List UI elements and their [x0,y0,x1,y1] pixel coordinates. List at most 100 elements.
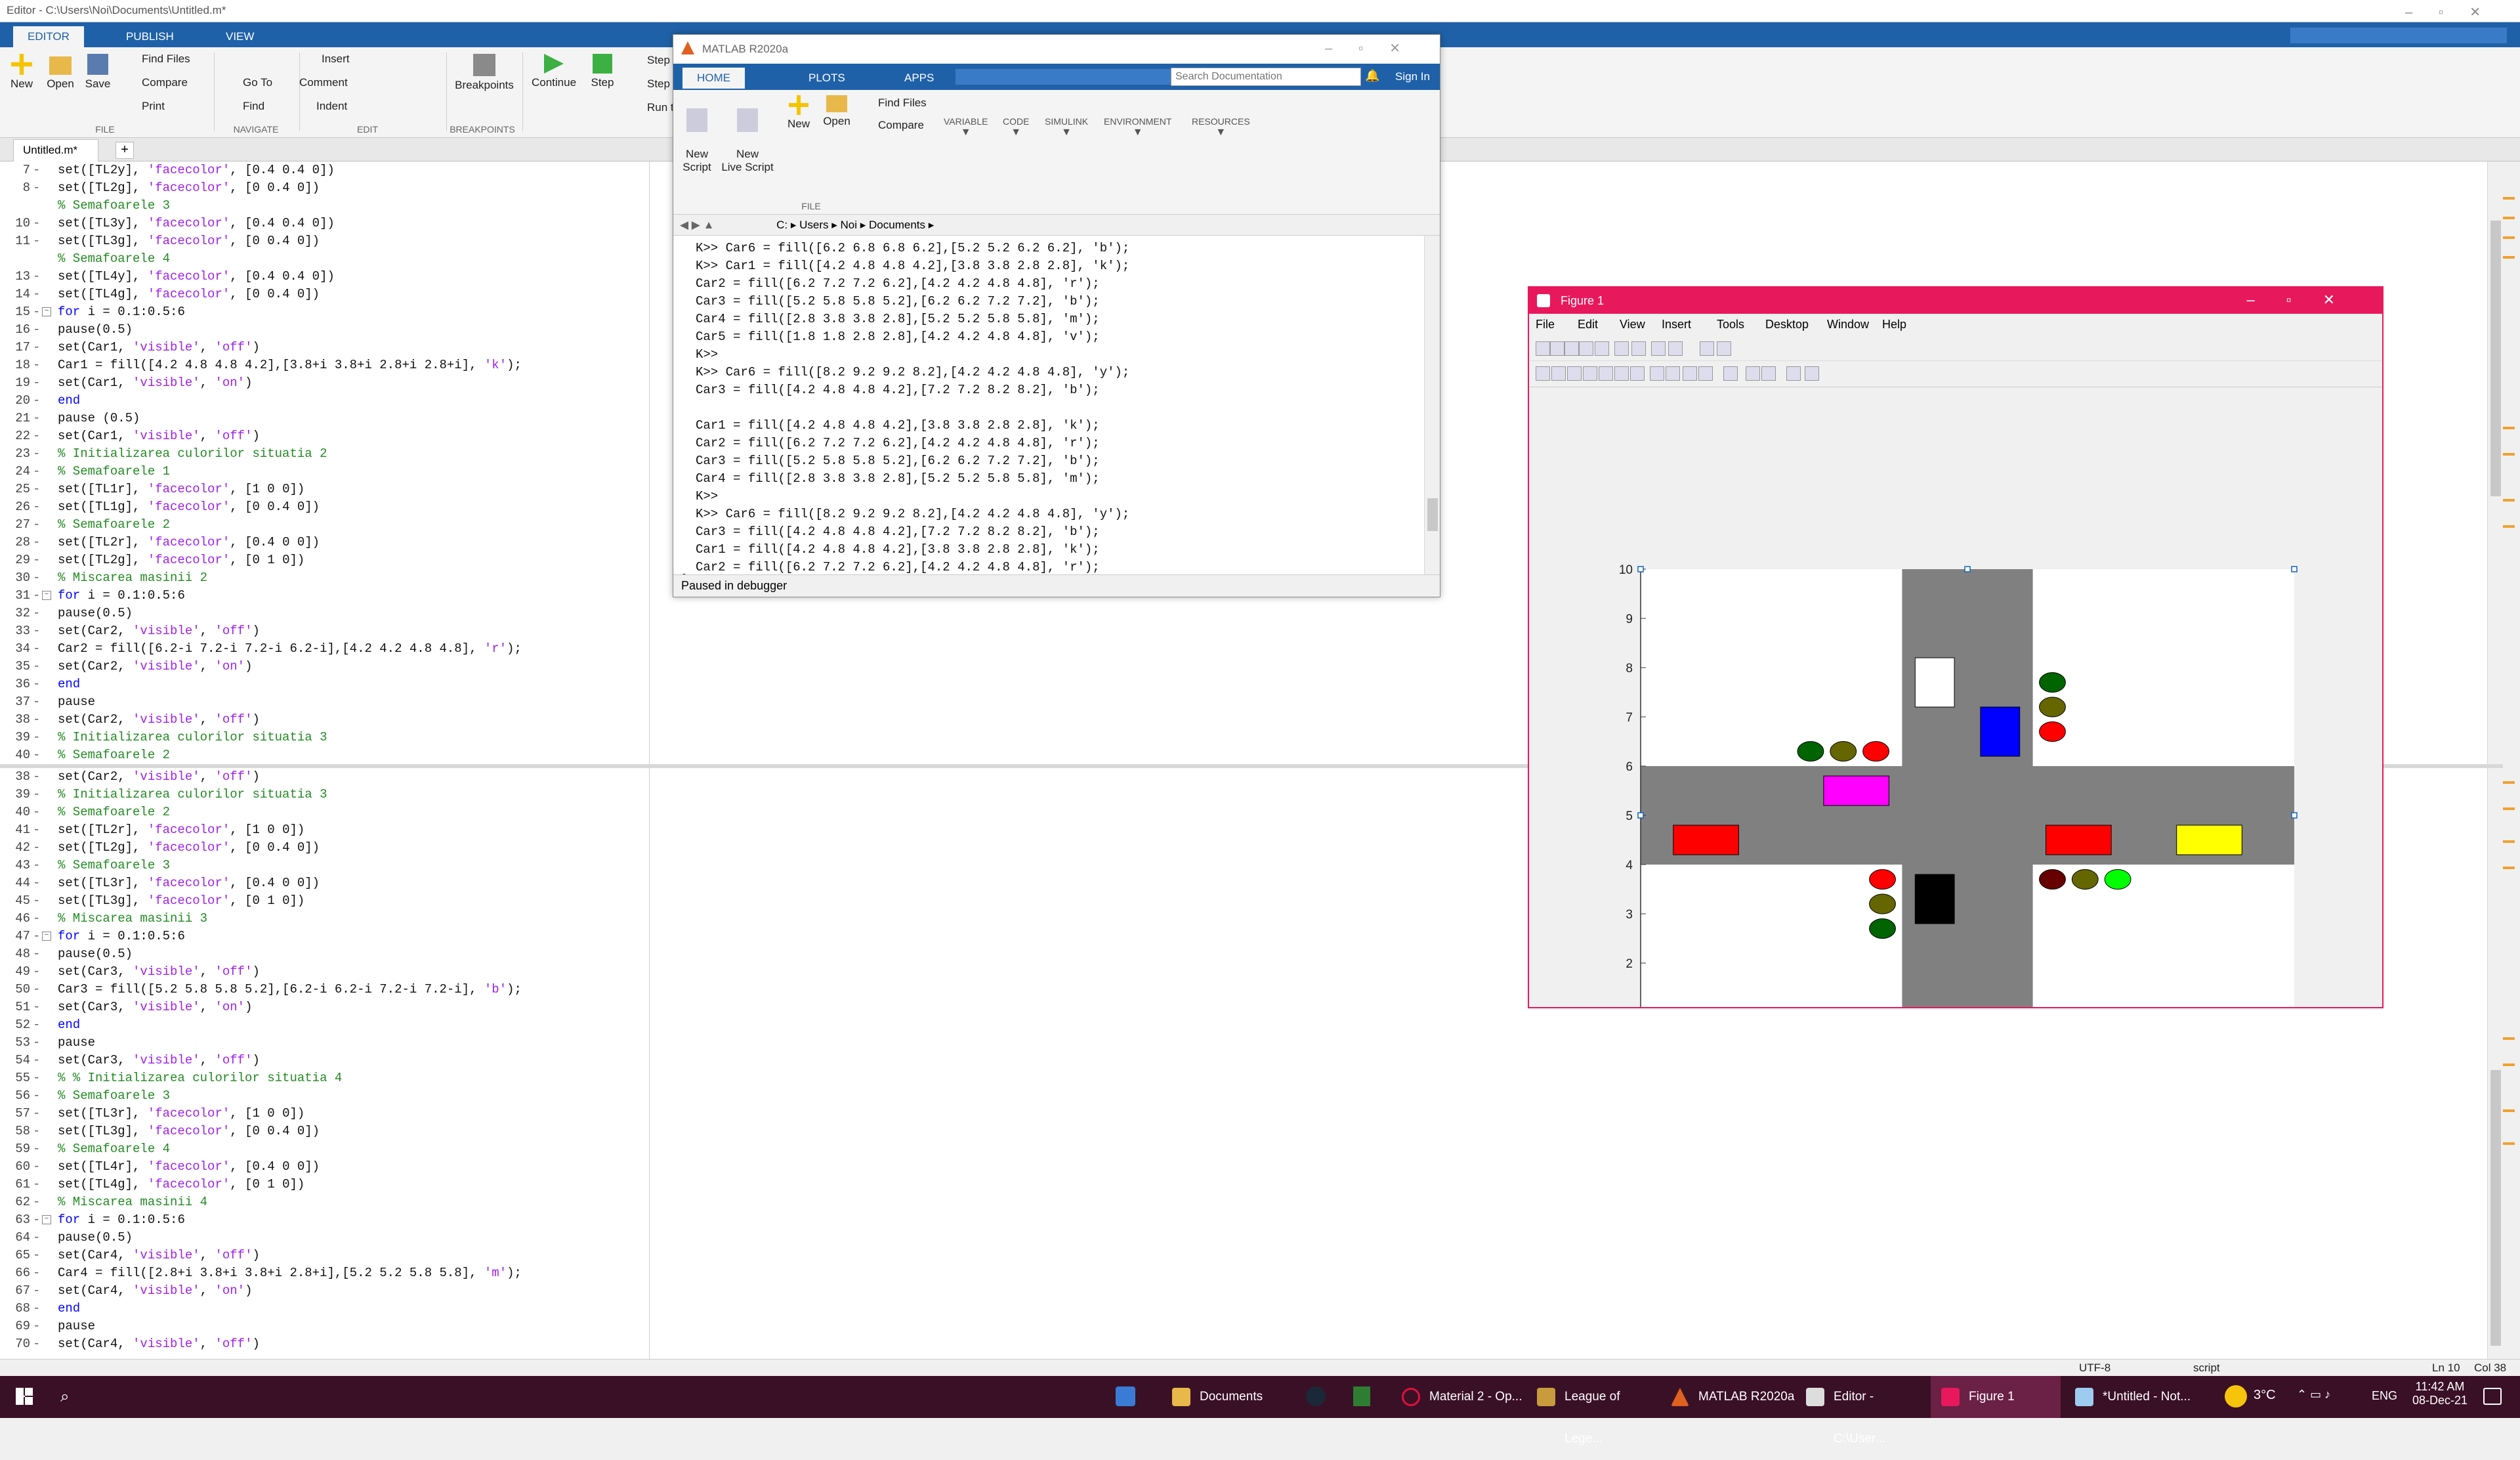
taskbar-figure[interactable]: Figure 1 [1931,1376,2061,1418]
code-line[interactable]: 50- Car3 = fill([5.2 5.8 5.8 5.2],[6.2-i … [0,981,649,998]
editor-bottom-scrollbar[interactable] [2487,768,2503,1359]
code-line[interactable]: 30- % Miscarea masinii 2 [0,569,649,587]
breakpoint-gutter[interactable]: - [33,729,40,746]
warning-marker[interactable] [2503,1109,2515,1112]
line-number[interactable]: 30 [0,569,30,587]
figure-menu-view[interactable]: View [1620,318,1645,332]
code-line[interactable]: 20- end [0,392,649,410]
line-number[interactable]: 46 [0,910,30,928]
figure-menu-file[interactable]: File [1536,318,1555,332]
indent-button[interactable]: Indent [316,100,347,113]
toolbar-icon[interactable] [1698,366,1713,381]
code-line[interactable]: % Semafoarele 3 [0,197,649,215]
breakpoint-gutter[interactable]: - [33,551,40,569]
toolbar-icon[interactable] [1564,341,1579,356]
code-line[interactable]: 70- set(Car4, 'visible', 'off') [0,1335,649,1353]
code-line[interactable]: 39- % Initializarea culorilor situatia 3 [0,729,649,746]
code-line[interactable]: 33- set(Car2, 'visible', 'off') [0,622,649,640]
code-line[interactable]: 24- % Semafoarele 1 [0,463,649,481]
path-noi[interactable]: Noi [841,219,858,231]
warning-marker[interactable] [2503,236,2515,239]
tab-plots[interactable]: PLOTS [794,68,860,89]
bell-icon[interactable]: 🔔 [1365,69,1379,83]
line-number[interactable]: 52 [0,1016,30,1034]
code-line[interactable]: 25- set([TL1r], 'facecolor', [1 0 0]) [0,481,649,498]
figure-menu-insert[interactable]: Insert [1662,318,1691,332]
line-number[interactable]: 17 [0,339,30,356]
warning-marker[interactable] [2503,1142,2515,1145]
code-line[interactable]: 26- set([TL1g], 'facecolor', [0 0.4 0]) [0,498,649,516]
code-line[interactable]: 58- set([TL3g], 'facecolor', [0 0.4 0]) [0,1123,649,1140]
new-button[interactable]: New [5,54,38,91]
breakpoint-gutter[interactable]: - [33,768,40,786]
selection-handle[interactable] [2291,566,2298,572]
code-line[interactable]: 64- pause(0.5) [0,1229,649,1247]
toolbar-icon[interactable] [1583,366,1597,381]
sign-in-link[interactable]: Sign In [1395,70,1430,83]
notifications-icon[interactable] [2483,1388,2502,1405]
code-line[interactable]: 51- set(Car3, 'visible', 'on') [0,998,649,1016]
line-number[interactable]: 29 [0,551,30,569]
warning-marker[interactable] [2503,1037,2515,1040]
breakpoint-gutter[interactable]: - [33,1193,40,1211]
search-icon[interactable]: ⌕ [60,1388,69,1406]
breakpoint-gutter[interactable]: - [33,1300,40,1318]
simulink-group[interactable]: SIMULINK ▼ [1045,116,1088,139]
app-icon[interactable] [1353,1386,1370,1406]
line-number[interactable]: 50 [0,981,30,998]
fold-toggle-icon[interactable]: − [42,1215,51,1224]
window-controls[interactable]: –▫✕ [2247,291,2366,309]
code-line[interactable]: 35- set(Car2, 'visible', 'on') [0,658,649,676]
toolbar-icon[interactable] [1666,366,1680,381]
line-number[interactable]: 16 [0,321,30,339]
line-number[interactable]: 70 [0,1335,30,1353]
insert-button[interactable]: Insert [322,53,350,66]
tab-view[interactable]: VIEW [211,26,268,47]
compare-button[interactable]: Compare [122,76,188,89]
breakpoint-gutter[interactable]: - [33,356,40,374]
continue-button[interactable]: Continue [528,54,580,89]
add-tab-icon[interactable]: + [116,142,134,159]
find-files-button[interactable]: Find Files [122,53,190,66]
toolbar-icon[interactable] [1700,341,1714,356]
selection-handle[interactable] [1637,566,1644,572]
line-number[interactable]: 56 [0,1087,30,1105]
breakpoint-gutter[interactable]: - [33,1105,40,1123]
breakpoint-gutter[interactable]: - [33,711,40,729]
breakpoint-gutter[interactable]: - [33,1087,40,1105]
breakpoint-gutter[interactable]: - [33,232,40,250]
toolbar-icon[interactable] [1536,366,1550,381]
breakpoint-gutter[interactable]: - [33,1140,40,1158]
line-number[interactable]: 40 [0,804,30,821]
warning-marker[interactable] [2503,197,2515,200]
code-line[interactable]: 10- set([TL3y], 'facecolor', [0.4 0.4 0]) [0,215,649,232]
warning-marker[interactable] [2503,217,2515,219]
line-number[interactable]: 20 [0,392,30,410]
window-controls[interactable]: –▫✕ [1325,40,1427,56]
line-number[interactable]: 31 [0,587,30,605]
line-number[interactable]: 34 [0,640,30,658]
breakpoint-gutter[interactable]: - [33,339,40,356]
taskbar-opera[interactable]: Material 2 - Op... [1391,1376,1522,1418]
breakpoint-gutter[interactable]: - [33,1318,40,1335]
code-line[interactable]: 29- set([TL2g], 'facecolor', [0 1 0]) [0,551,649,569]
breakpoint-gutter[interactable]: - [33,1176,40,1193]
toolbar-icon[interactable] [1579,341,1593,356]
code-line[interactable]: 34- Car2 = fill([6.2-i 7.2-i 7.2-i 6.2-i]… [0,640,649,658]
breakpoint-gutter[interactable]: - [33,215,40,232]
code-line[interactable]: 42- set([TL2g], 'facecolor', [0 0.4 0]) [0,839,649,857]
steam-icon[interactable] [1306,1386,1326,1406]
weather-icon[interactable] [2225,1385,2247,1407]
line-number[interactable]: 13 [0,268,30,286]
code-line[interactable]: 57- set([TL3r], 'facecolor', [1 0 0]) [0,1105,649,1123]
code-line[interactable]: 31- for i = 0.1:0.5:6− [0,587,649,605]
nav-arrows-icon[interactable]: ◀ ▶ ▲ [680,219,714,231]
line-number[interactable]: 37 [0,693,30,711]
tab-editor[interactable]: EDITOR [13,26,84,47]
code-line[interactable]: 56- % Semafoarele 3 [0,1087,649,1105]
search-documentation-input[interactable] [1171,68,1361,86]
editor-pane-top[interactable]: 7- set([TL2y], 'facecolor', [0.4 0.4 0]) 8… [0,161,650,764]
breakpoint-gutter[interactable]: - [33,1123,40,1140]
warning-marker[interactable] [2503,1063,2515,1066]
toolbar-icon[interactable] [1651,341,1666,356]
